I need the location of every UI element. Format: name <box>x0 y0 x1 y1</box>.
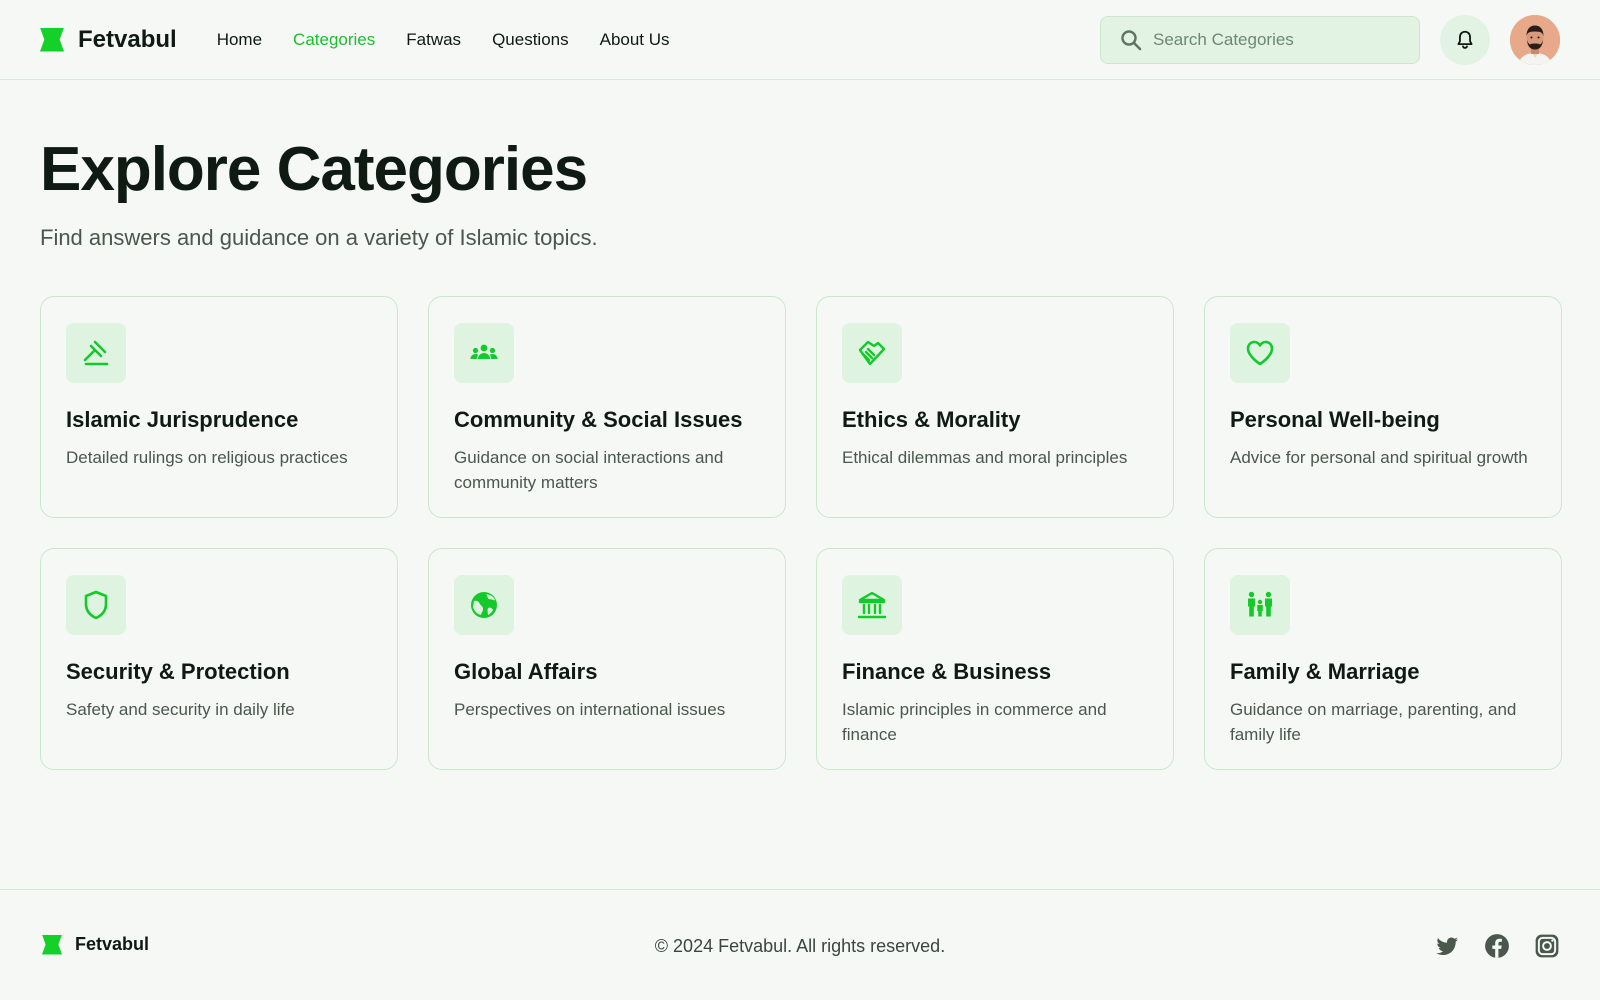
shield-icon <box>84 590 108 620</box>
card-title: Ethics & Morality <box>842 407 1021 432</box>
card-icon-box <box>66 323 126 383</box>
category-card-ethics-morality[interactable]: Ethics & Morality Ethical dilemmas and m… <box>816 296 1174 518</box>
facebook-link[interactable] <box>1484 933 1510 959</box>
logo-icon <box>40 27 64 52</box>
card-icon-box <box>1230 323 1290 383</box>
search-input[interactable] <box>1153 30 1403 50</box>
card-title: Global Affairs <box>454 659 598 684</box>
search-box <box>1100 16 1420 64</box>
search-icon <box>1121 30 1142 51</box>
category-card-community-social-issues[interactable]: Community & Social Issues Guidance on so… <box>428 296 786 518</box>
card-title: Family & Marriage <box>1230 659 1420 684</box>
facebook-icon <box>1485 934 1509 958</box>
nav-link-home[interactable]: Home <box>217 30 262 50</box>
gavel-icon <box>83 340 109 366</box>
card-title: Islamic Jurisprudence <box>66 407 299 432</box>
card-description: Safety and security in daily life <box>66 700 295 719</box>
nav-link-about-us[interactable]: About Us <box>600 30 670 50</box>
card-title: Personal Well-being <box>1230 407 1440 432</box>
card-icon-box <box>842 575 902 635</box>
page-subtitle: Find answers and guidance on a variety o… <box>40 225 598 250</box>
main-nav: Home Categories Fatwas Questions About U… <box>217 30 701 50</box>
twitter-link[interactable] <box>1434 933 1460 959</box>
top-navigation-bar: Fetvabul Home Categories Fatwas Question… <box>0 0 1600 80</box>
user-avatar-icon <box>1510 15 1560 65</box>
footer: Fetvabul © 2024 Fetvabul. All rights res… <box>0 889 1600 1000</box>
family-icon <box>1248 591 1272 617</box>
nav-link-categories[interactable]: Categories <box>293 30 375 50</box>
bank-icon <box>857 591 887 619</box>
card-icon-box <box>454 575 514 635</box>
category-card-personal-well-being[interactable]: Personal Well-being Advice for personal … <box>1204 296 1562 518</box>
card-description: Guidance on social interactions and comm… <box>454 448 724 492</box>
card-icon-box <box>1230 575 1290 635</box>
card-title: Security & Protection <box>66 659 290 684</box>
category-card-finance-business[interactable]: Finance & Business Islamic principles in… <box>816 548 1174 770</box>
card-description: Perspectives on international issues <box>454 700 726 719</box>
brand-name: Fetvabul <box>78 25 177 53</box>
card-title: Community & Social Issues <box>454 407 743 432</box>
nav-link-questions[interactable]: Questions <box>492 30 569 50</box>
card-title: Finance & Business <box>842 659 1052 684</box>
card-description: Advice for personal and spiritual growth <box>1230 448 1528 467</box>
instagram-icon <box>1535 934 1559 958</box>
instagram-link[interactable] <box>1534 933 1560 959</box>
heart-icon <box>1246 340 1274 366</box>
twitter-icon <box>1436 937 1458 955</box>
card-description: Ethical dilemmas and moral principles <box>842 448 1128 467</box>
handshake-icon <box>858 340 886 366</box>
page-title: Explore Categories <box>40 135 588 204</box>
avatar[interactable] <box>1510 15 1560 65</box>
card-icon-box <box>454 323 514 383</box>
globe-icon <box>471 592 497 618</box>
category-card-security-protection[interactable]: Security & Protection Safety and securit… <box>40 548 398 770</box>
card-description: Detailed rulings on religious practices <box>66 448 348 467</box>
social-links <box>1410 933 1560 959</box>
card-icon-box <box>842 323 902 383</box>
card-description: Guidance on marriage, parenting, and fam… <box>1230 700 1517 744</box>
notifications-button[interactable] <box>1440 15 1490 65</box>
category-card-islamic-jurisprudence[interactable]: Islamic Jurisprudence Detailed rulings o… <box>40 296 398 518</box>
nav-link-fatwas[interactable]: Fatwas <box>406 30 461 50</box>
category-card-global-affairs[interactable]: Global Affairs Perspectives on internati… <box>428 548 786 770</box>
categories-grid: Islamic Jurisprudence Detailed rulings o… <box>40 296 1562 770</box>
group-icon <box>470 344 498 359</box>
card-description: Islamic principles in commerce and finan… <box>842 700 1107 744</box>
brand-link[interactable]: Fetvabul <box>40 26 177 54</box>
category-card-family-marriage[interactable]: Family & Marriage Guidance on marriage, … <box>1204 548 1562 770</box>
card-icon-box <box>66 575 126 635</box>
copyright-text: © 2024 Fetvabul. All rights reserved. <box>654 936 946 956</box>
bell-icon <box>1457 30 1473 49</box>
